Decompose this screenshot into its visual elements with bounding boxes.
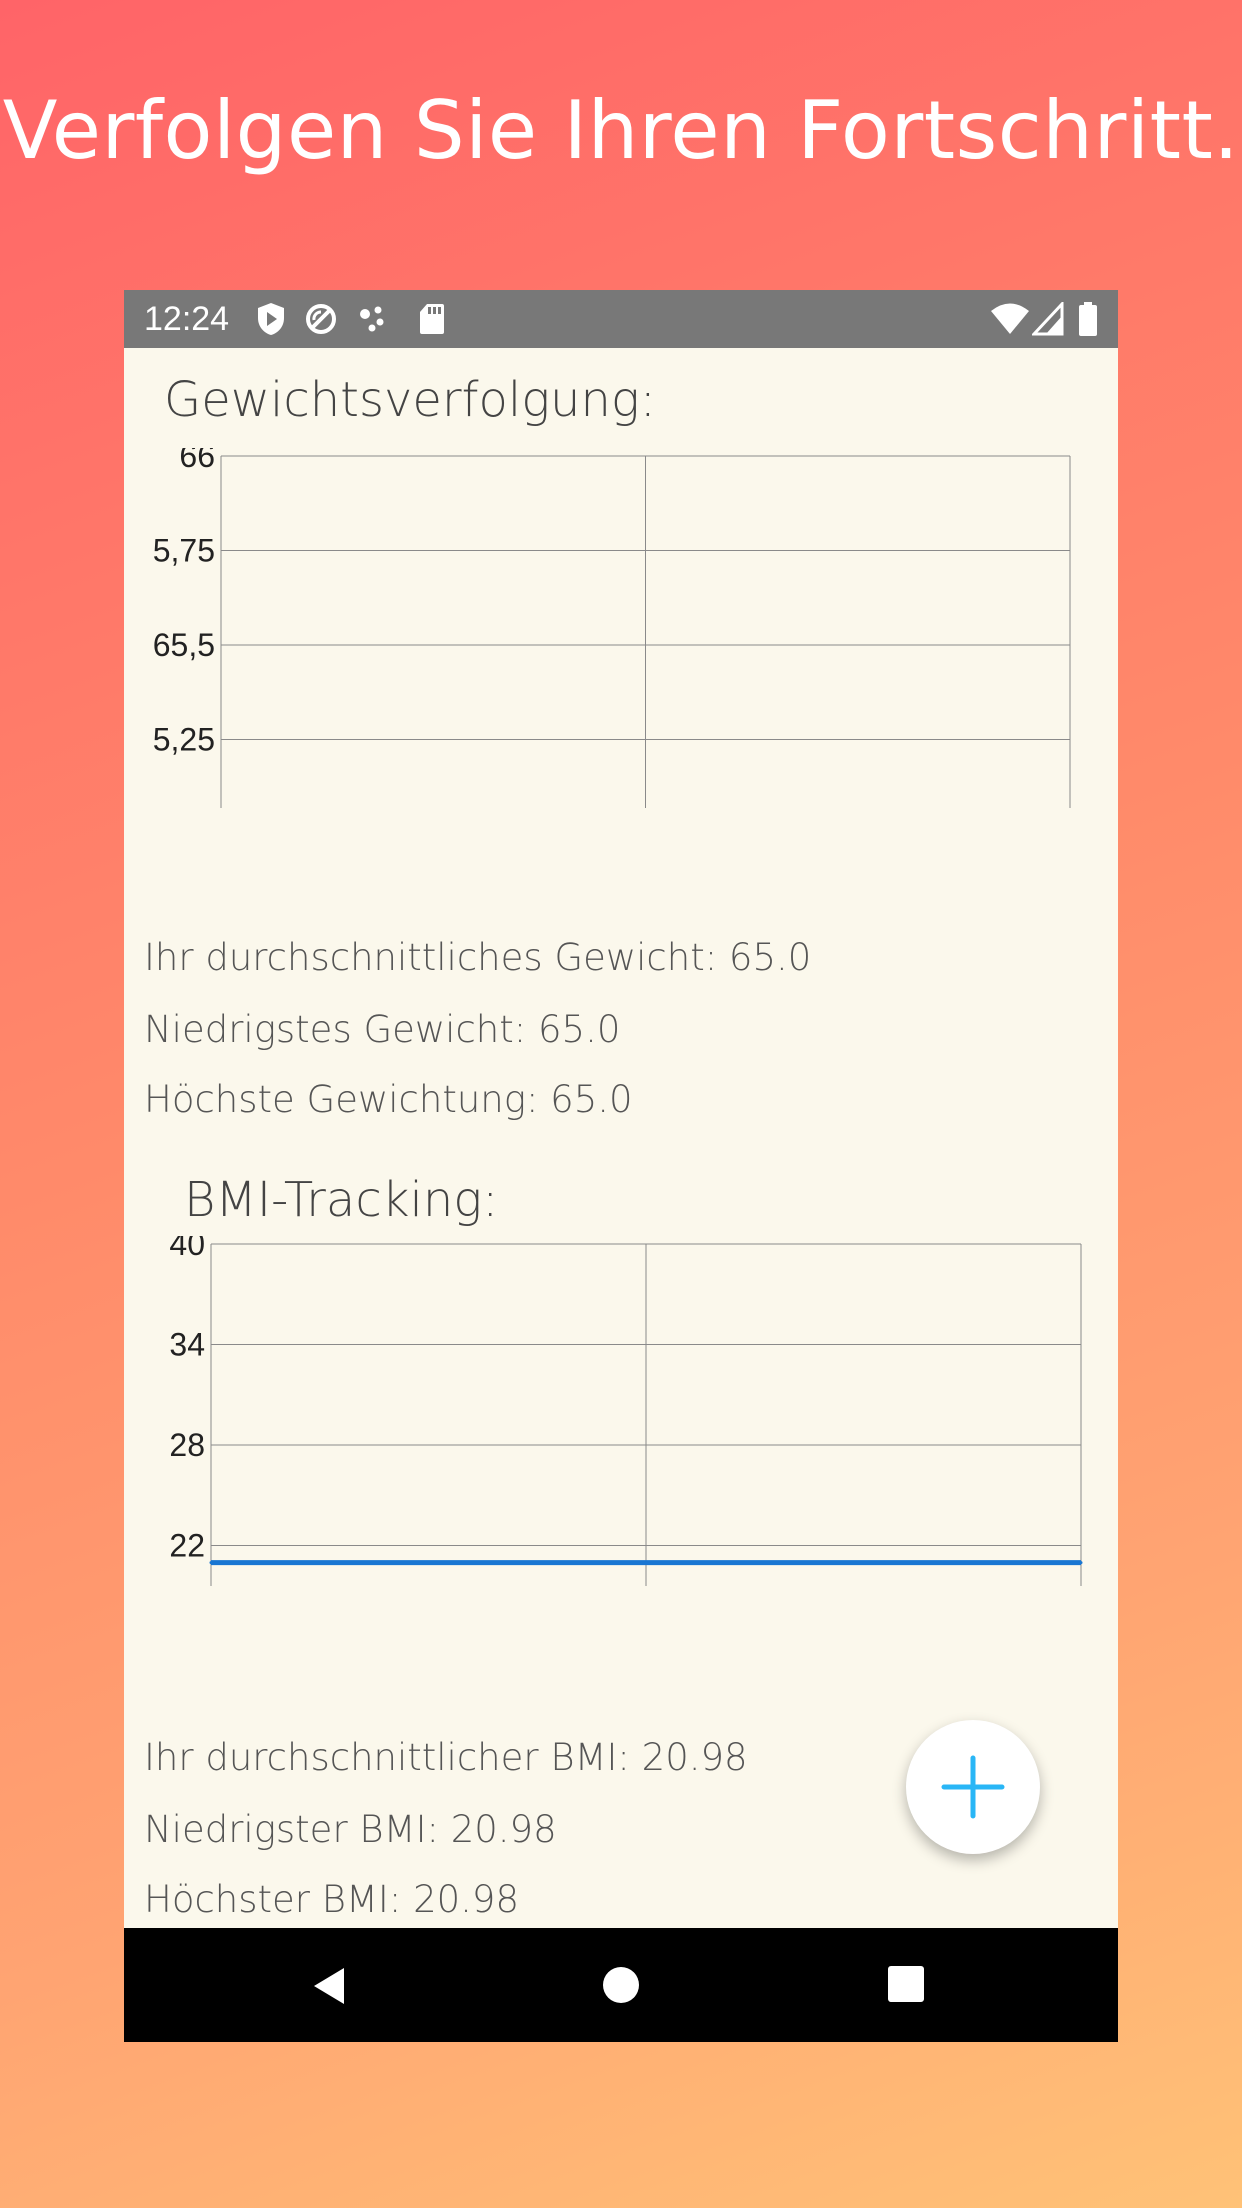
bmi-chart-y-tick-label: 34 [169,1327,205,1363]
bmi-section-title: BMI-Tracking: [184,1172,499,1228]
phone-screen: 12:24 Gewichtsverfolgung: 5,25 65,5 5,75… [124,290,1118,2042]
weight-stat-average: Ihr durchschnittliches Gewicht: 65.0 [144,936,812,979]
headline: Verfolgen Sie Ihren Fortschritt. [2,84,1240,177]
bmi-chart-y-tick-label: 40 [169,1236,205,1262]
shield-play-icon [258,303,284,335]
weight-chart-y-tick-label: 66 [179,448,215,474]
bmi-chart-y-tick-label: 28 [169,1427,205,1463]
bmi-chart: 162228344030.05.2030.05.2031.05.20 [169,1236,1083,1586]
signal-icon [1032,302,1064,336]
bmi-stat-lowest: Niedrigster BMI: 20.98 [144,1808,557,1851]
weight-stat-highest: Höchste Gewichtung: 65.0 [144,1078,633,1121]
battery-icon [1079,302,1097,336]
wifi-icon [991,303,1029,334]
sd-card-icon [420,304,444,334]
add-entry-button[interactable] [906,1720,1040,1854]
recents-icon[interactable] [888,1966,924,2002]
data-saver-icon [306,304,336,334]
bmi-stat-highest: Höchster BMI: 20.98 [144,1878,519,1921]
bmi-chart-y-tick-label: 22 [169,1528,205,1564]
weight-chart: 655,2565,55,756630.05.2030.05.2031.05.20 [153,448,1071,808]
home-icon[interactable] [602,1966,640,2004]
weight-stat-lowest: Niedrigstes Gewicht: 65.0 [144,1008,621,1051]
bmi-stat-average: Ihr durchschnittlicher BMI: 20.98 [144,1736,748,1779]
status-bar: 12:24 [124,290,1118,348]
bmi-chart-data-point [209,1561,213,1565]
plus-icon [941,1755,1005,1819]
dots-icon [360,306,384,332]
bmi-chart-data-point [644,1561,648,1565]
navigation-bar [124,1928,1118,2042]
weight-chart-y-tick-label: 65,5 [153,627,215,663]
status-time: 12:24 [144,300,230,338]
weight-chart-y-tick-label: 5,25 [153,722,215,758]
weight-section-title: Gewichtsverfolgung: [164,372,656,428]
progress-content[interactable]: Gewichtsverfolgung: 655,2565,55,756630.0… [124,348,1118,1928]
weight-chart-y-tick-label: 5,75 [153,533,215,569]
bmi-chart-data-point [1079,1561,1083,1565]
back-icon[interactable] [310,1966,350,2006]
